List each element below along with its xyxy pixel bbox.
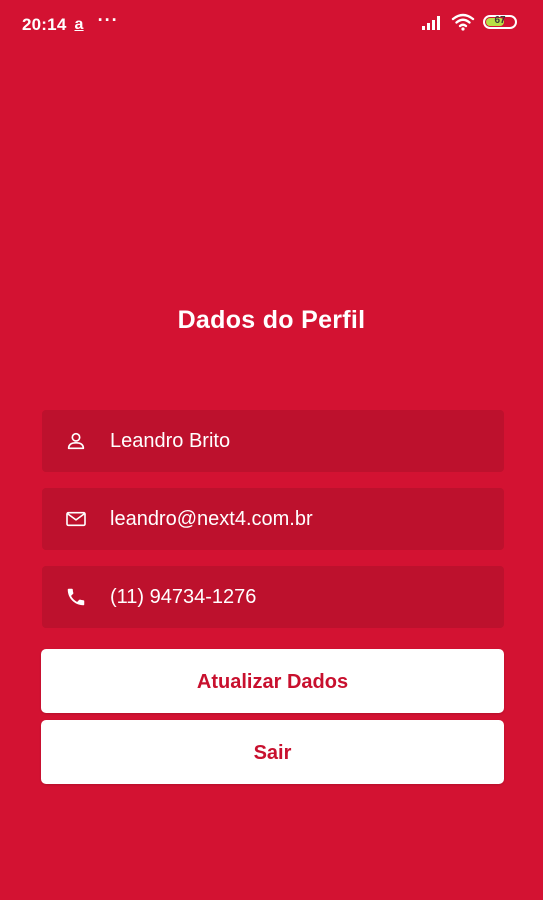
update-data-button[interactable]: Atualizar Dados	[41, 649, 504, 713]
notification-a-icon: a	[74, 15, 84, 33]
logout-button[interactable]: Sair	[41, 720, 504, 784]
battery-icon: 67	[483, 15, 517, 29]
more-notifications-icon: ···	[97, 10, 119, 30]
status-bar: 20:14 a ··· 67	[0, 0, 543, 48]
person-icon	[64, 429, 88, 453]
battery-level: 67	[494, 15, 506, 26]
phone-icon	[64, 585, 88, 609]
page-title: Dados do Perfil	[177, 306, 366, 334]
name-field[interactable]: Leandro Brito	[42, 410, 504, 472]
status-right: 67	[421, 13, 517, 31]
status-time: 20:14	[22, 14, 67, 34]
email-value: leandro@next4.com.br	[110, 507, 313, 530]
name-value: Leandro Brito	[110, 429, 231, 452]
wifi-icon	[451, 13, 475, 31]
status-left: 20:14 a ···	[22, 10, 119, 35]
phone-value: (11) 94734-1276	[110, 585, 257, 608]
mail-icon	[64, 507, 88, 531]
email-field[interactable]: leandro@next4.com.br	[42, 488, 504, 550]
signal-icon	[422, 16, 440, 30]
phone-field[interactable]: (11) 94734-1276	[42, 566, 504, 628]
